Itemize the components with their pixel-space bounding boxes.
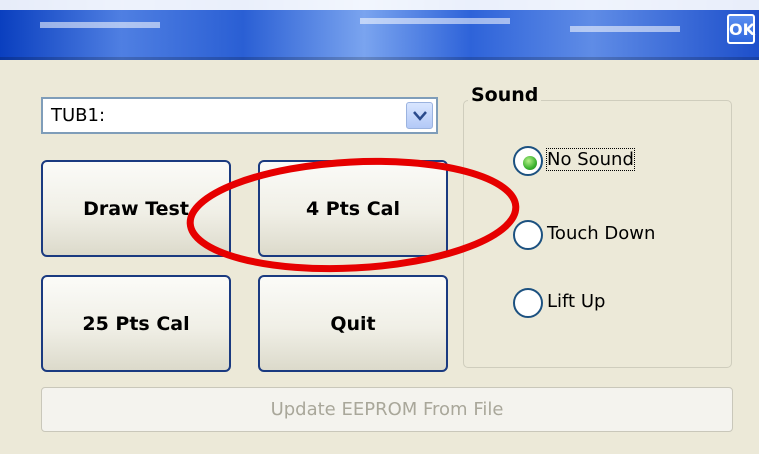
title-bar-top-shade [0, 0, 759, 10]
ok-button[interactable]: OK [727, 14, 755, 44]
update-eeprom-button: Update EEPROM From File [41, 387, 733, 432]
sound-group-title: Sound [468, 84, 542, 106]
chevron-down-icon[interactable] [406, 102, 433, 129]
radio-lift-up-label[interactable]: Lift Up [547, 291, 605, 312]
title-bar-streak [40, 22, 160, 28]
title-bar: OK [0, 0, 759, 60]
quit-button[interactable]: Quit [258, 275, 448, 372]
calibration-dialog: OK TUB1: Draw Test 4 Pts Cal 25 Pts Cal … [0, 0, 759, 454]
four-pts-cal-button[interactable]: 4 Pts Cal [258, 160, 448, 257]
twentyfive-pts-cal-button[interactable]: 25 Pts Cal [41, 275, 231, 372]
device-select[interactable]: TUB1: [41, 97, 438, 134]
title-bar-streak [360, 18, 510, 24]
radio-unselected-icon[interactable] [513, 220, 543, 250]
draw-test-button[interactable]: Draw Test [41, 160, 231, 257]
radio-touch-down-label[interactable]: Touch Down [547, 223, 655, 244]
radio-selected-icon[interactable] [513, 146, 543, 176]
radio-dot [523, 156, 537, 170]
title-bar-streak [570, 26, 680, 32]
radio-no-sound-label[interactable]: No Sound [546, 148, 635, 171]
device-select-value: TUB1: [51, 105, 106, 126]
radio-unselected-icon[interactable] [513, 288, 543, 318]
